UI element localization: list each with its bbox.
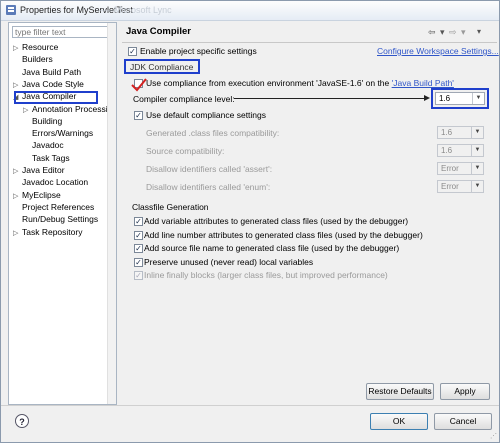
tree-item-label: Project References (22, 201, 95, 212)
tree-item-label: Building (32, 115, 63, 126)
restore-defaults-button[interactable]: Restore Defaults (366, 383, 434, 400)
tree-item-label: Run/Debug Settings (22, 214, 99, 225)
tree-item-building[interactable]: Building (23, 115, 62, 127)
tree-item-label: Java Code Style (22, 78, 84, 89)
java-build-path-link[interactable]: 'Java Build Path' (392, 78, 454, 88)
highlight-box-compliance-level (431, 88, 489, 109)
tree-item-label: Task Tags (32, 152, 70, 163)
tree-item-label: Builders (22, 54, 53, 65)
title-bar: Properties for MyServletTest ——Microsoft… (1, 1, 499, 21)
cancel-button[interactable]: Cancel (434, 413, 492, 430)
tree-item-project-references[interactable]: Project References (13, 201, 94, 213)
properties-tree-pane: ▷ResourceBuildersJava Build Path▷Java Co… (8, 22, 117, 405)
assert-select[interactable]: Error ▼ (437, 162, 484, 175)
resize-grip-icon[interactable]: ⋰ (490, 432, 497, 440)
tree-item-task-repository[interactable]: ▷ Task Repository (13, 226, 82, 238)
apply-button[interactable]: Apply (440, 383, 490, 400)
tree-item-label: MyEclipse (22, 189, 61, 200)
tree-item-java-build-path[interactable]: Java Build Path (13, 66, 81, 78)
annotation-arrow-head (424, 95, 430, 101)
back-dropdown-icon[interactable]: ▾ (440, 27, 445, 38)
source-compat-select[interactable]: 1.6 ▼ (437, 144, 484, 157)
tree-item-label: Task Repository (22, 226, 83, 237)
forward-dropdown-icon[interactable]: ▾ (461, 27, 466, 38)
properties-dialog: Properties for MyServletTest ——Microsoft… (0, 0, 500, 443)
source-compat-value: 1.6 (441, 146, 453, 155)
enable-project-checkbox[interactable]: ✓ (128, 47, 137, 56)
tree-item-label: Java Editor (22, 165, 65, 175)
collapsed-arrow-icon[interactable]: ▷ (13, 228, 22, 240)
chevron-down-icon: ▼ (471, 145, 483, 156)
chevron-down-icon: ▼ (471, 127, 483, 138)
assert-label: Disallow identifiers called 'assert': (146, 164, 273, 174)
inline-finally-label: Inline finally blocks (larger class file… (144, 270, 388, 280)
header-separator (122, 42, 497, 43)
use-default-checkbox[interactable]: ✓ (134, 111, 143, 120)
highlight-box-java-compiler (14, 91, 98, 104)
line-number-checkbox[interactable]: ✓ (134, 231, 143, 240)
enum-label: Disallow identifiers called 'enum': (146, 182, 271, 192)
enable-project-label: Enable project specific settings (140, 46, 257, 56)
tree-scrollbar[interactable] (107, 23, 116, 404)
tree-item-label: Resource (22, 42, 59, 52)
tree-item-java-editor[interactable]: ▷ Java Editor (13, 164, 65, 176)
tree-item-errors-warnings[interactable]: Errors/Warnings (23, 127, 93, 139)
filter-input[interactable] (12, 26, 111, 38)
tree-item-javadoc[interactable]: Javadoc (23, 139, 64, 151)
tree-item-resource[interactable]: ▷ Resource (13, 41, 58, 53)
preserve-unused-label: Preserve unused (never read) local varia… (144, 257, 314, 267)
ok-button[interactable]: OK (370, 413, 428, 430)
source-compat-label: Source compatibility: (146, 146, 225, 156)
compliance-level-label: Compiler compliance level: (133, 94, 235, 104)
tree-item-java-code-style[interactable]: ▷ Java Code Style (13, 78, 84, 90)
source-file-label: Add source file name to generated class … (144, 243, 400, 253)
variable-attributes-checkbox[interactable]: ✓ (134, 217, 143, 226)
highlight-box-jdk-compliance (124, 59, 200, 74)
inline-finally-checkbox[interactable]: ✓ (134, 271, 143, 280)
tree-item-label: Errors/Warnings (32, 128, 94, 139)
back-arrow-icon[interactable]: ⇦ (428, 27, 436, 38)
preserve-unused-checkbox[interactable]: ✓ (134, 258, 143, 267)
tree-item-label: Annotation Processin (32, 103, 113, 114)
source-file-checkbox[interactable]: ✓ (134, 244, 143, 253)
enum-select[interactable]: Error ▼ (437, 180, 484, 193)
page-title: Java Compiler (126, 26, 191, 37)
classfile-group-title: Classfile Generation (132, 202, 209, 212)
generated-compat-select[interactable]: 1.6 ▼ (437, 126, 484, 139)
java-compiler-page: Java Compiler ⇦ ▾ ⇨ ▾ ▾ ✓ Enable project… (122, 22, 499, 403)
line-number-label: Add line number attributes to generated … (144, 230, 423, 240)
tree-item-javadoc-location[interactable]: Javadoc Location (13, 176, 88, 188)
generated-compat-value: 1.6 (441, 128, 453, 137)
assert-value: Error (441, 164, 459, 173)
chevron-down-icon: ▼ (471, 163, 483, 174)
chevron-down-icon: ▼ (471, 181, 483, 192)
tree-item-run-debug-settings[interactable]: Run/Debug Settings (13, 213, 98, 225)
tree-item-task-tags[interactable]: Task Tags (23, 152, 70, 164)
tree-item-label: Java Build Path (22, 66, 82, 77)
tree-item-annotation-processin[interactable]: ▷ Annotation Processin (23, 103, 112, 115)
use-default-label: Use default compliance settings (146, 110, 267, 120)
tree-item-label: Javadoc (32, 140, 64, 151)
background-window-title: ——Microsoft Lync (96, 5, 172, 15)
footer-separator (1, 405, 499, 406)
enum-value: Error (441, 182, 459, 191)
configure-workspace-link[interactable]: Configure Workspace Settings... (377, 46, 499, 56)
eclipse-app-icon (6, 5, 16, 15)
tree-item-myeclipse[interactable]: ▷ MyEclipse (13, 189, 61, 201)
generated-compat-label: Generated .class files compatibility: (146, 128, 280, 138)
tree-item-label: Javadoc Location (22, 177, 89, 188)
use-compliance-label: Use compliance from execution environmen… (146, 78, 454, 88)
help-icon[interactable]: ? (15, 414, 29, 428)
variable-attributes-label: Add variable attributes to generated cla… (144, 216, 409, 226)
annotation-arrow-line (234, 98, 427, 99)
tree-item-builders[interactable]: Builders (13, 53, 53, 65)
menu-chevron-icon[interactable]: ▾ (477, 27, 481, 36)
forward-arrow-icon[interactable]: ⇨ (449, 27, 457, 38)
